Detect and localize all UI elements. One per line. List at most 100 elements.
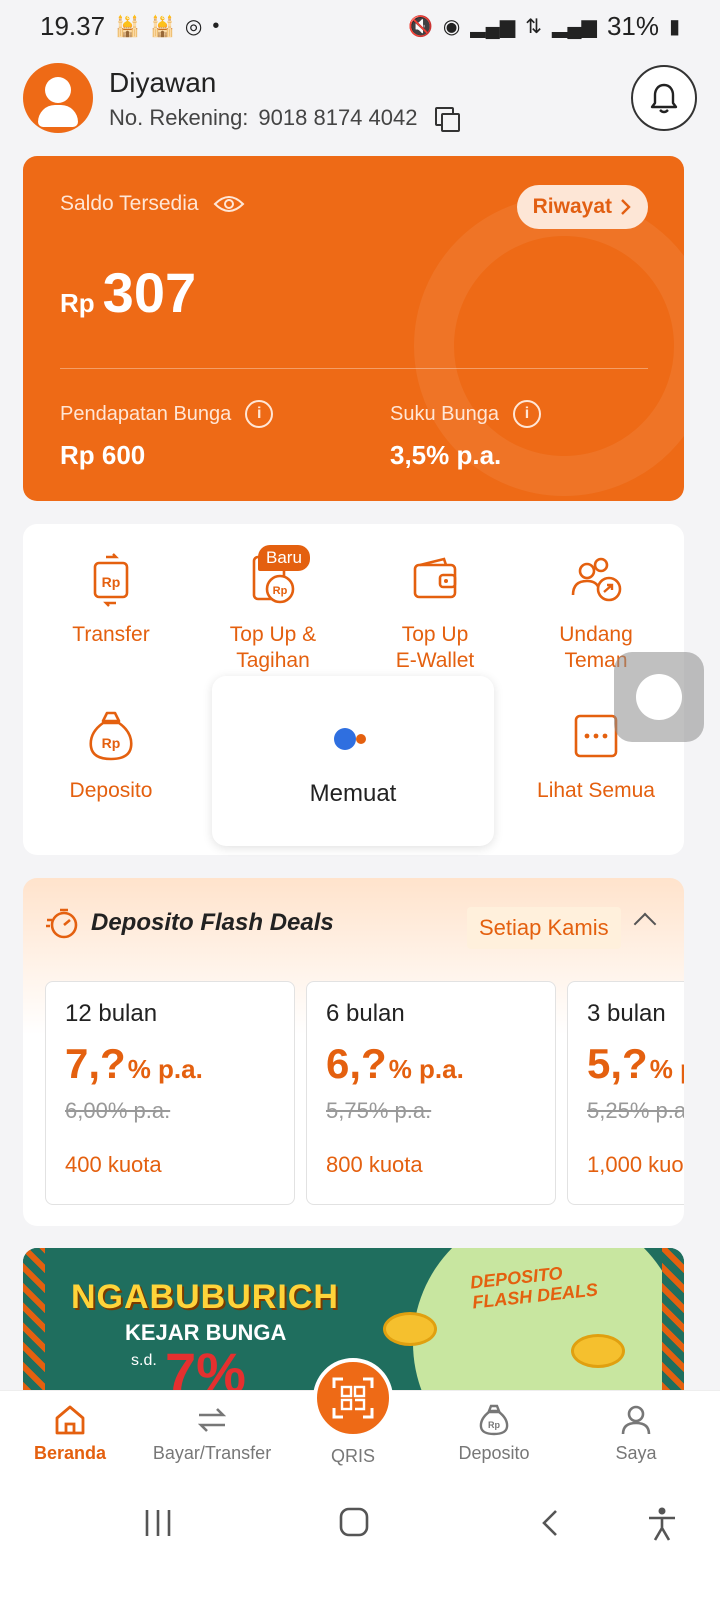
balance-amount: 307 [102, 261, 197, 324]
deal-rate: 7,? [65, 1040, 126, 1087]
balance-card: Saldo Tersedia Riwayat Rp 307 Pendapatan… [23, 156, 684, 501]
assistive-touch-button[interactable] [614, 652, 704, 742]
mosque-icon: 🕌 [115, 15, 140, 38]
deal-rate: 6,? [326, 1040, 387, 1087]
nav-profile-label: Saya [615, 1443, 657, 1463]
schedule-badge: Setiap Kamis [467, 907, 621, 949]
deal-card[interactable]: 12 bulan 7,? % p.a. 6,00% p.a. 400 kuota [45, 981, 295, 1205]
stopwatch-icon [46, 908, 78, 939]
nav-profile[interactable]: Saya [566, 1403, 706, 1464]
battery-icon: ▮ [668, 15, 680, 38]
deal-rate-suffix: % p.a. [127, 1054, 203, 1084]
deal-tenor: 6 bulan [326, 1000, 405, 1027]
deal-rate: 5,? [587, 1040, 648, 1087]
deal-old-rate: 5,75% p.a. [326, 1098, 432, 1123]
deal-old-rate: 5,25% p.a. [587, 1098, 684, 1123]
flash-deals-card: Deposito Flash Deals Setiap Kamis 12 bul… [23, 878, 684, 1226]
home-icon [55, 1405, 85, 1435]
banner-sd: s.d. [131, 1352, 157, 1369]
account-number: 9018 8174 4042 [258, 105, 418, 130]
transfer-icon: Rp [93, 553, 129, 607]
coin-icon [571, 1334, 625, 1368]
deal-rate-suffix: % p.a. [388, 1054, 464, 1084]
loading-text: Memuat [309, 780, 397, 807]
nav-deposit-label: Deposito [458, 1443, 530, 1463]
copy-icon[interactable] [435, 107, 461, 132]
info-icon[interactable]: i [512, 400, 541, 428]
coin-icon [383, 1312, 437, 1346]
deal-quota: 800 kuota [326, 1152, 423, 1177]
person-icon [621, 1405, 651, 1435]
deal-rate-suffix: % p.a. [649, 1054, 684, 1084]
chevron-up-icon[interactable] [633, 912, 657, 936]
home-button-icon[interactable] [338, 1506, 370, 1538]
history-button-label: Riwayat [532, 195, 612, 218]
loading-spinner-dot [356, 734, 366, 744]
history-button[interactable]: Riwayat [516, 185, 648, 229]
qris-button[interactable] [313, 1358, 393, 1438]
deal-quota: 400 kuota [65, 1152, 162, 1177]
status-time: 19.37 [40, 10, 106, 41]
menu-label: Lihat Semua [537, 779, 655, 802]
nav-home[interactable]: Beranda [0, 1403, 140, 1464]
nav-home-label: Beranda [33, 1443, 107, 1463]
deal-tenor: 12 bulan [65, 1000, 158, 1027]
wallet-icon [413, 557, 457, 599]
loading-spinner [334, 728, 356, 750]
swap-icon [197, 1408, 227, 1432]
qr-scan-icon [332, 1377, 374, 1419]
banner-rate: 7% [165, 1341, 246, 1390]
menu-label-line2: Tagihan [236, 649, 310, 672]
signal-icon-2: ▂▄▆ [552, 15, 597, 38]
eye-icon[interactable] [213, 194, 245, 214]
deal-card[interactable]: 6 bulan 6,? % p.a. 5,75% p.a. 800 kuota [306, 981, 556, 1205]
banner-headline: NGABUBURICH [71, 1278, 339, 1316]
dot-icon: • [212, 14, 220, 37]
nav-pay-transfer[interactable]: Bayar/Transfer [142, 1403, 282, 1464]
back-icon[interactable] [540, 1508, 560, 1538]
interest-rate-value: 3,5% p.a. [390, 440, 502, 470]
svg-text:Rp: Rp [102, 574, 121, 590]
signal-icon: ▂▄▆ [470, 15, 516, 38]
money-bag-icon: Rp [479, 1404, 509, 1436]
qris-label: QRIS [330, 1446, 375, 1466]
divider [60, 368, 648, 369]
accessibility-icon[interactable] [646, 1506, 678, 1542]
interest-income-value: Rp 600 [60, 440, 146, 470]
deal-old-rate: 6,00% p.a. [65, 1098, 171, 1123]
battery-percent: 31% [606, 10, 659, 41]
mosque-icon-2: 🕌 [149, 15, 175, 38]
deal-card[interactable]: 3 bulan 5,? % p.a. 5,25% p.a. 1,000 kuot… [567, 981, 684, 1205]
svg-text:Rp: Rp [273, 585, 288, 597]
deal-quota: 1,000 kuota [587, 1152, 684, 1177]
money-bag-icon: Rp [89, 711, 133, 761]
user-name: Diyawan [109, 67, 217, 98]
menu-label: Transfer [72, 623, 150, 646]
menu-topup-ewallet[interactable]: Top Up E-Wallet [354, 552, 516, 674]
notification-bell-button[interactable] [631, 65, 697, 131]
avatar[interactable] [23, 63, 93, 133]
bell-icon [650, 83, 678, 114]
recent-apps-icon[interactable] [144, 1508, 172, 1538]
instagram-icon: ◎ [184, 15, 203, 38]
balance-currency: Rp [60, 288, 95, 318]
new-badge: Baru [258, 545, 310, 571]
account-header: Diyawan No. Rekening: 9018 8174 4042 [23, 62, 697, 134]
status-bar: 19.37 🕌 🕌 ◎ • 🔇 ◉ ▂▄▆ ⇅ ▂▄▆ 31% ▮ [0, 0, 720, 52]
menu-label: Top Up [401, 623, 469, 646]
svg-text:Rp: Rp [488, 1420, 500, 1430]
system-navigation-bar [0, 1480, 720, 1600]
mute-icon: 🔇 [407, 15, 433, 38]
nav-deposit[interactable]: Rp Deposito [424, 1403, 564, 1464]
deal-tenor: 3 bulan [587, 1000, 666, 1027]
balance-label: Saldo Tersedia [60, 192, 199, 215]
4g-icon: ⇅ [525, 15, 542, 38]
menu-transfer[interactable]: Rp Transfer [30, 552, 192, 648]
menu-deposit[interactable]: Rp Deposito [30, 708, 192, 804]
info-icon[interactable]: i [245, 400, 274, 428]
menu-label-line2: E-Wallet [395, 649, 475, 672]
interest-income-label: Pendapatan Bunga [60, 402, 232, 425]
account-label: No. Rekening: [109, 105, 249, 130]
svg-text:Rp: Rp [102, 735, 121, 751]
loading-dialog: Memuat [212, 676, 494, 846]
